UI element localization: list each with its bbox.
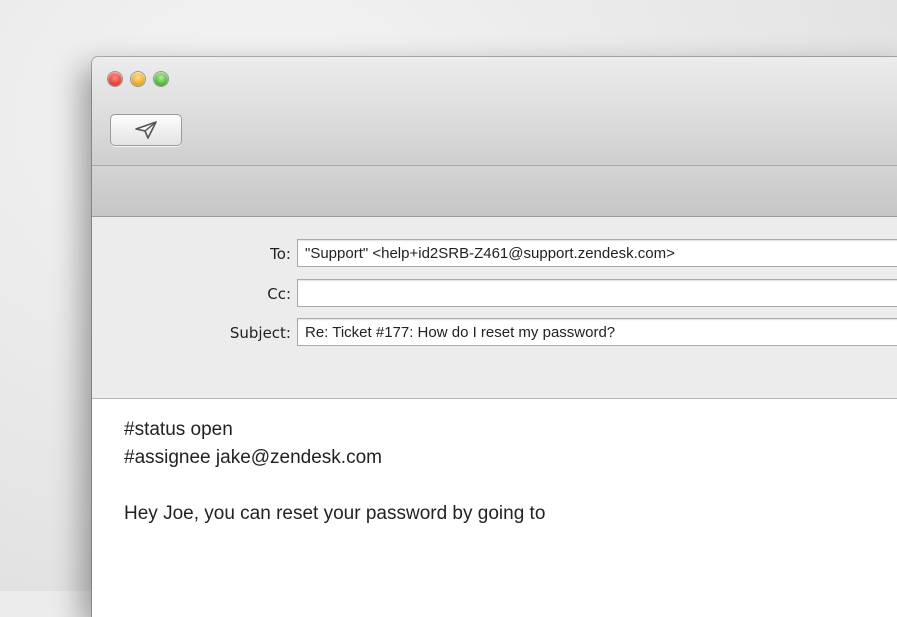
subject-row: Subject: Re: Ticket #177: How do I reset…: [92, 318, 897, 348]
paper-plane-icon: [135, 121, 157, 139]
to-row: To: "Support" <help+id2SRB-Z461@support.…: [92, 239, 897, 269]
body-line: [124, 472, 897, 500]
message-body[interactable]: #status open #assignee jake@zendesk.com …: [92, 399, 897, 617]
message-header-fields: To: "Support" <help+id2SRB-Z461@support.…: [92, 217, 897, 399]
cc-row: Cc:: [92, 279, 897, 309]
cc-field[interactable]: [297, 279, 897, 307]
title-bar: [92, 57, 897, 166]
minimize-window-button[interactable]: [131, 72, 145, 86]
zoom-window-button[interactable]: [154, 72, 168, 86]
close-window-button[interactable]: [108, 72, 122, 86]
body-line: Hey Joe, you can reset your password by …: [124, 503, 546, 524]
send-button[interactable]: [110, 114, 182, 146]
to-label: To:: [270, 245, 291, 263]
window-controls: [108, 72, 168, 86]
subject-label: Subject:: [229, 324, 291, 342]
subject-field[interactable]: Re: Ticket #177: How do I reset my passw…: [297, 318, 897, 346]
to-field[interactable]: "Support" <help+id2SRB-Z461@support.zend…: [297, 239, 897, 267]
body-line: #assignee jake@zendesk.com: [124, 447, 382, 468]
cc-label: Cc:: [267, 285, 291, 303]
body-line: #status open: [124, 419, 233, 440]
compose-window: To: "Support" <help+id2SRB-Z461@support.…: [92, 57, 897, 617]
format-bar: [92, 166, 897, 217]
